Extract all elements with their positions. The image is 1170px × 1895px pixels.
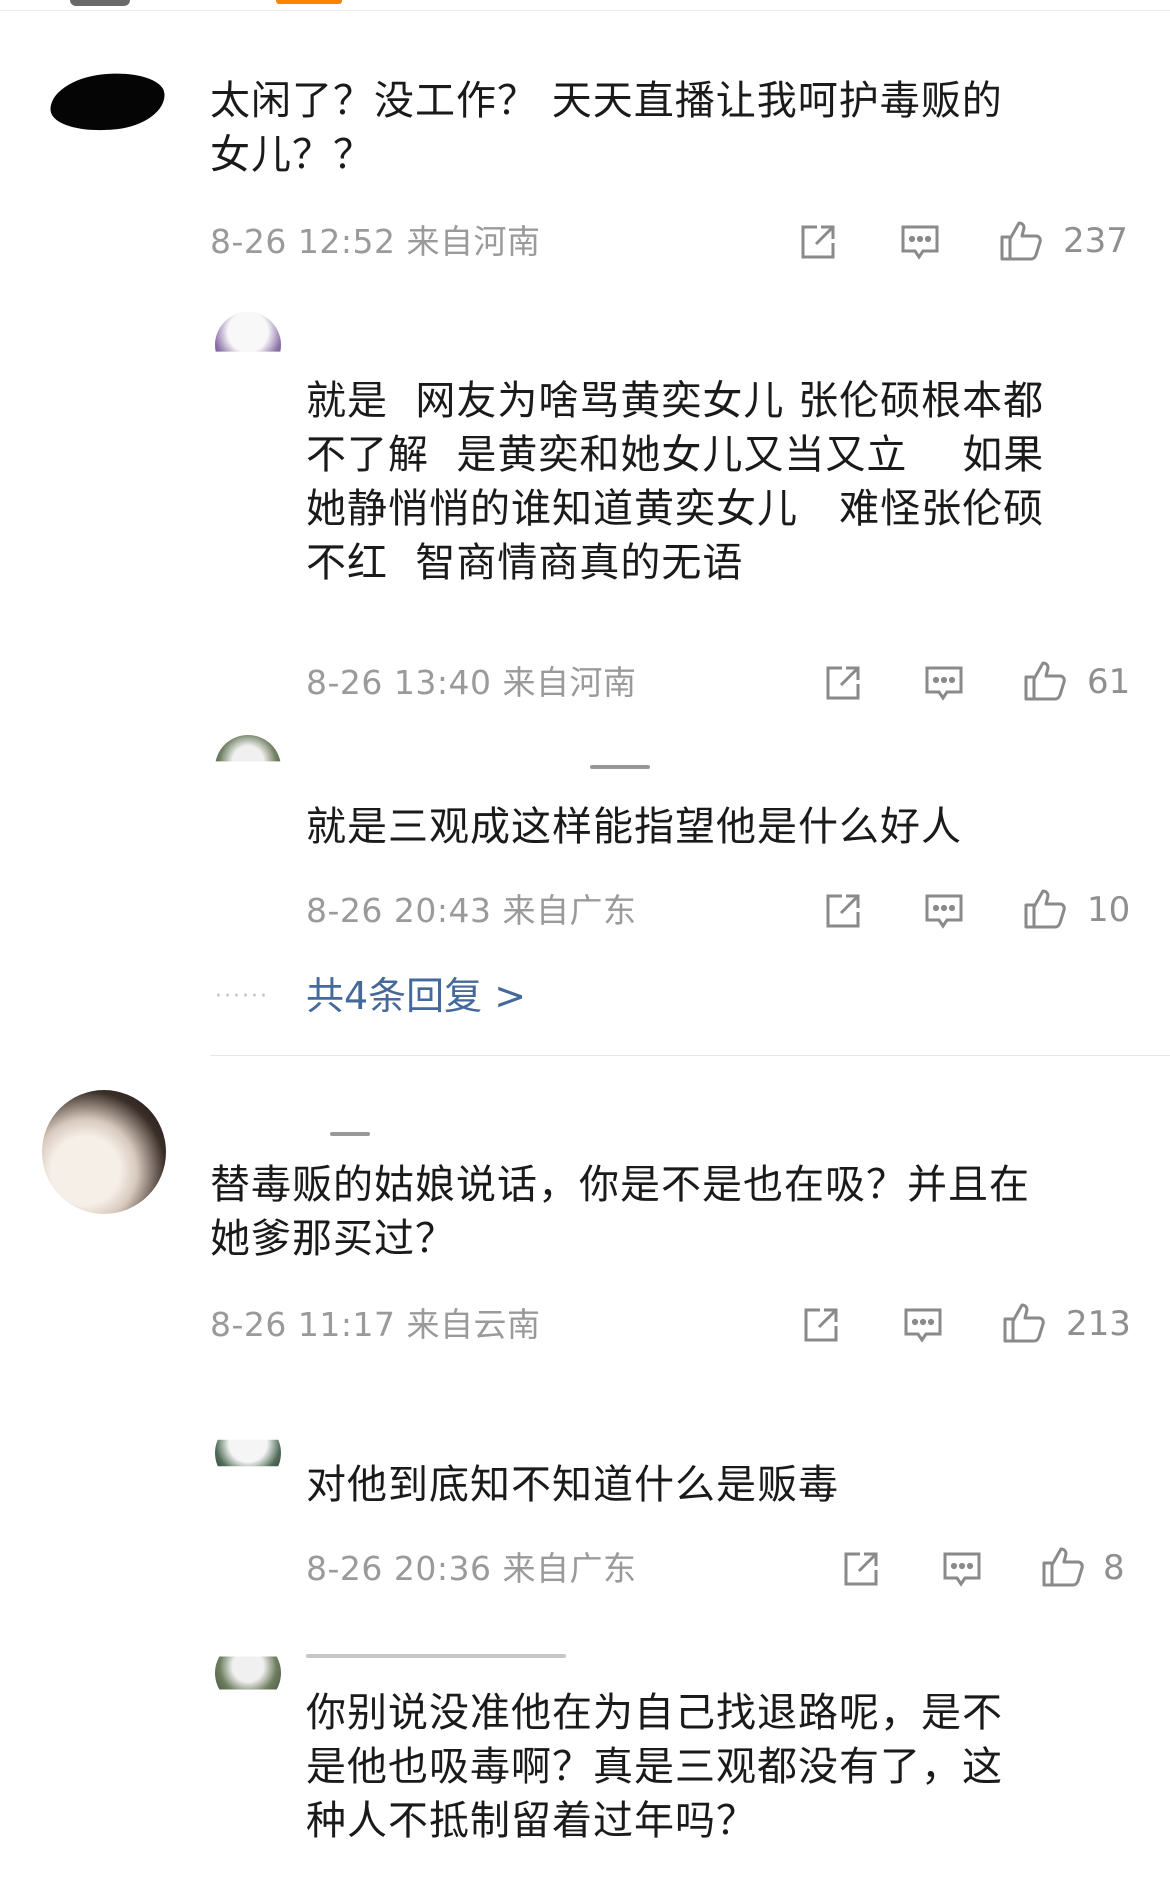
- reply-text: 你别说没准他在为自己找退路呢，是不 是他也吸毒啊？真是三观都没有了，这 种人不抵…: [306, 1690, 1003, 1844]
- cropped-badge: [276, 0, 342, 4]
- like-icon[interactable]: [1022, 657, 1068, 703]
- like-icon[interactable]: [1001, 1299, 1047, 1345]
- reply-meta: 8-26 20:43 来自广东: [306, 891, 637, 930]
- share-icon[interactable]: [822, 662, 864, 704]
- comment-icon[interactable]: [923, 890, 965, 932]
- reply-text: 对他到底知不知道什么是贩毒: [306, 1462, 839, 1508]
- top-strip: [0, 0, 1170, 11]
- avatar[interactable]: [215, 312, 281, 352]
- like-count: 237: [1063, 221, 1128, 261]
- like-count: 8: [1103, 1548, 1125, 1588]
- comment-icon[interactable]: [941, 1548, 983, 1590]
- comment-text: 太闲了？没工作？ 天天直播让我呵护毒贩的 女儿？？: [210, 78, 1003, 178]
- avatar[interactable]: [47, 68, 168, 136]
- username-fragment: [330, 1132, 370, 1136]
- share-icon[interactable]: [822, 890, 864, 932]
- username-fragment: [590, 765, 650, 769]
- divider: [210, 1055, 1170, 1056]
- like-count: 213: [1066, 1304, 1131, 1344]
- reply-meta: 8-26 13:40 来自河南: [306, 663, 637, 702]
- share-icon[interactable]: [797, 221, 839, 263]
- reply-text: 就是三观成这样能指望他是什么好人: [306, 804, 962, 850]
- comment-meta: 8-26 12:52 来自河南: [210, 222, 541, 261]
- like-icon[interactable]: [1022, 885, 1068, 931]
- avatar[interactable]: [215, 735, 281, 762]
- more-replies-link[interactable]: 共4条回复 >: [306, 974, 526, 1018]
- like-count: 10: [1087, 890, 1131, 930]
- share-icon[interactable]: [840, 1548, 882, 1590]
- cropped-avatar: [70, 0, 130, 6]
- share-icon[interactable]: [800, 1304, 842, 1346]
- comment-text: 替毒贩的姑娘说话，你是不是也在吸？并且在 她爹那买过？: [210, 1162, 1030, 1262]
- comment-icon[interactable]: [902, 1304, 944, 1346]
- avatar[interactable]: [42, 1090, 166, 1214]
- avatar[interactable]: [215, 1656, 281, 1690]
- username-fragment: [306, 1654, 566, 1658]
- comment-meta: 8-26 11:17 来自云南: [210, 1305, 541, 1344]
- reply-text: 就是 网友为啥骂黄奕女儿 张伦硕根本都 不了解 是黄奕和她女儿又当又立 如果 她…: [306, 378, 1045, 586]
- avatar[interactable]: [215, 1439, 281, 1467]
- more-dots: ······: [215, 984, 269, 1009]
- reply-meta: 8-26 20:36 来自广东: [306, 1549, 637, 1588]
- comment-icon[interactable]: [923, 662, 965, 704]
- like-count: 61: [1087, 662, 1131, 702]
- like-icon[interactable]: [1040, 1543, 1086, 1589]
- comment-icon[interactable]: [899, 221, 941, 263]
- like-icon[interactable]: [998, 217, 1044, 263]
